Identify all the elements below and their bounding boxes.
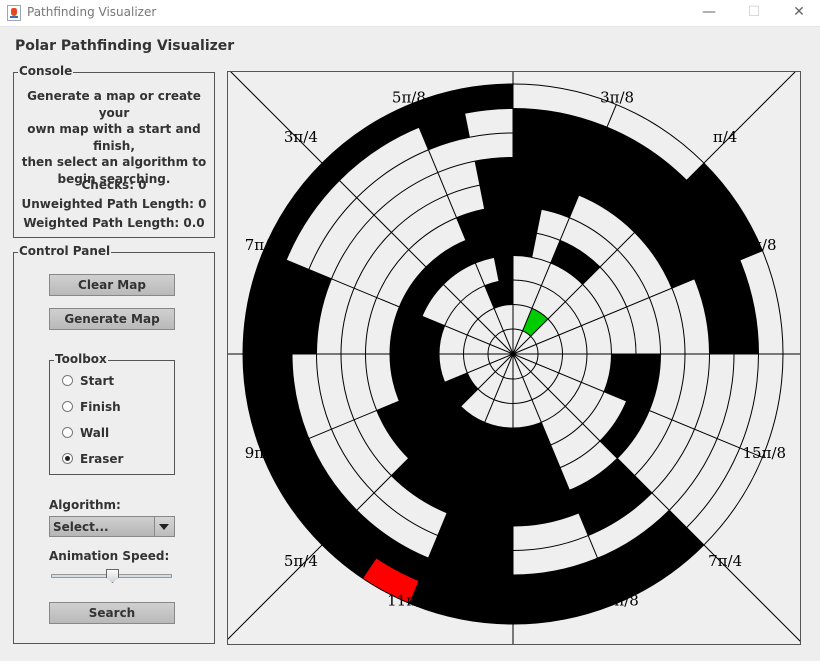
console-message-line: Generate a map or create your: [27, 89, 201, 120]
angle-label: 5π/8: [392, 89, 426, 107]
wall-cell: [479, 182, 513, 210]
animation-speed-label: Animation Speed:: [49, 549, 170, 563]
radio-label: Wall: [80, 426, 110, 440]
start-radio[interactable]: [62, 375, 73, 386]
angle-label: π/4: [713, 128, 737, 146]
animation-speed-slider[interactable]: [49, 569, 175, 583]
weighted-length-stat: Weighted Path Length: 0.0: [23, 216, 205, 230]
chevron-down-icon[interactable]: [154, 517, 174, 536]
window-titlebar: Pathfinding Visualizer — ☐ ✕: [0, 0, 820, 27]
java-coffee-cup-icon: [7, 5, 21, 21]
angle-label: 9π/8: [245, 444, 279, 462]
angle-label: 7π/4: [708, 552, 742, 570]
angle-label: 7π/8: [245, 236, 279, 254]
wall-cell: [513, 231, 537, 258]
polar-map-canvas[interactable]: π/4 3π/8 5π/8 3π/4 7π/8 9π/8 5π/4 11π/8 13π/8 7π/…: [227, 71, 801, 645]
angle-label: 15π/8: [743, 444, 787, 462]
finish-radio[interactable]: [62, 401, 73, 412]
console-panel: Console Generate a map or create your ow…: [13, 64, 215, 238]
algorithm-select-value: Select...: [53, 520, 109, 534]
clear-map-button[interactable]: Clear Map: [49, 274, 175, 296]
angle-label: π/8: [752, 236, 776, 254]
angle-label: 3π/4: [284, 128, 318, 146]
wall-cell: [513, 157, 552, 186]
maximize-button[interactable]: ☐: [731, 0, 777, 26]
app-heading: Polar Pathfinding Visualizer: [15, 38, 235, 54]
search-button[interactable]: Search: [49, 602, 175, 624]
angle-label: 5π/4: [284, 552, 318, 570]
wall-radio[interactable]: [62, 427, 73, 438]
wall-cell: [513, 182, 547, 210]
wall-cell: [513, 133, 557, 162]
eraser-radio[interactable]: [62, 453, 73, 464]
generate-map-button[interactable]: Generate Map: [49, 308, 175, 330]
radio-label: Eraser: [80, 452, 124, 466]
radio-label: Start: [80, 374, 115, 388]
angle-label: 3π/8: [600, 89, 634, 107]
toolbox-group: Toolbox Start Finish Wall Eraser: [49, 352, 175, 475]
wall-cell: [513, 206, 542, 234]
algorithm-label: Algorithm:: [49, 498, 121, 512]
control-panel: Control Panel Clear Map Generate Map Too…: [13, 244, 215, 644]
window-title: Pathfinding Visualizer: [27, 5, 157, 19]
slider-thumb[interactable]: [106, 569, 119, 583]
console-label: Console: [18, 64, 74, 78]
polar-grid[interactable]: π/4 3π/8 5π/8 3π/4 7π/8 9π/8 5π/4 11π/8 13π/8 7π/…: [228, 72, 800, 644]
algorithm-select[interactable]: Select...: [49, 516, 175, 537]
radio-label: Finish: [80, 400, 121, 414]
wall-cell: [322, 104, 420, 181]
toolbox-label: Toolbox: [54, 352, 108, 366]
wall-cell: [493, 255, 513, 282]
angle-label: 11π/8: [387, 591, 431, 609]
minimize-button[interactable]: —: [686, 0, 732, 26]
unweighted-length-stat: Unweighted Path Length: 0: [21, 197, 207, 211]
angle-label: 13π/8: [595, 591, 639, 609]
close-button[interactable]: ✕: [776, 0, 820, 26]
console-message-line: then select an algorithm to: [21, 155, 207, 169]
checks-stat: Checks: 0: [81, 178, 147, 192]
console-message: Generate a map or create your own map wi…: [18, 88, 210, 187]
wall-cell: [474, 157, 513, 186]
control-panel-label: Control Panel: [18, 244, 112, 258]
console-message-line: own map with a start and finish,: [27, 122, 201, 153]
